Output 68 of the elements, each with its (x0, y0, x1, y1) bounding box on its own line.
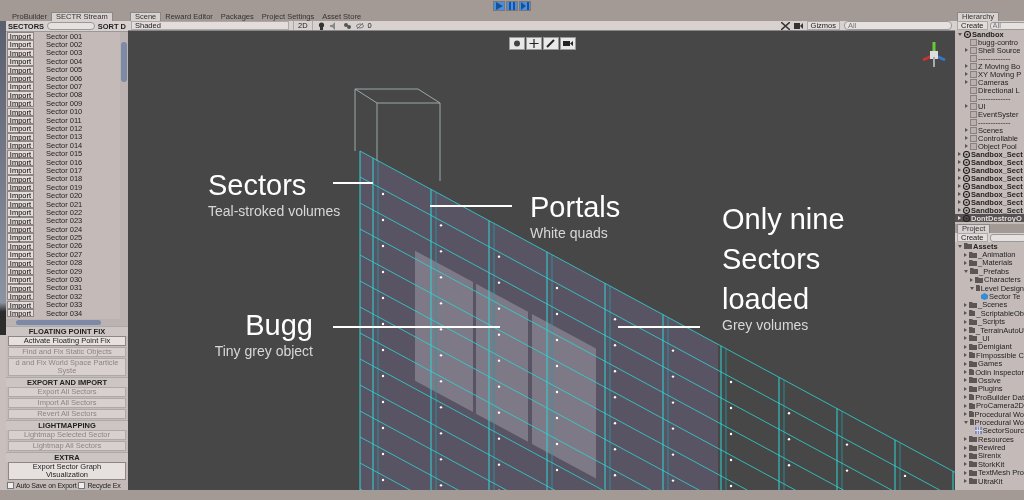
expand-arrow-icon[interactable] (964, 370, 967, 375)
expand-arrow-icon[interactable] (964, 344, 967, 349)
expand-arrow-icon[interactable] (964, 336, 967, 341)
expand-arrow-icon[interactable] (964, 386, 967, 391)
expand-arrow-icon[interactable] (958, 152, 961, 156)
expand-arrow-icon[interactable] (958, 184, 961, 188)
hidden-eye-icon[interactable] (355, 21, 364, 30)
annotation-title: Only nine Sectors loaded (722, 202, 846, 317)
pause-icon (508, 2, 516, 10)
play-icon (495, 2, 503, 10)
expand-arrow-icon[interactable] (964, 302, 967, 307)
step-button[interactable] (519, 1, 531, 11)
expand-arrow-icon[interactable] (964, 361, 967, 366)
tools-icon[interactable] (780, 21, 790, 30)
camera-view-icon[interactable] (509, 37, 525, 50)
expand-arrow-icon[interactable] (964, 412, 967, 416)
checkbox[interactable] (78, 482, 86, 489)
expand-arrow-icon[interactable] (970, 277, 973, 282)
annotation-caption: Grey volumes (722, 317, 809, 333)
horizontal-scrollbar[interactable] (6, 319, 128, 326)
video-icon[interactable] (560, 37, 576, 50)
expand-arrow-icon[interactable] (964, 395, 967, 400)
move-icon[interactable] (526, 37, 542, 50)
expand-arrow-icon[interactable] (958, 32, 962, 36)
expand-arrow-icon[interactable] (964, 319, 967, 324)
pause-button[interactable] (506, 1, 518, 11)
expand-arrow-icon[interactable] (958, 200, 961, 204)
annotation-caption: Teal-stroked volumes (208, 203, 341, 219)
annotation-title: Sectors (208, 168, 307, 203)
expand-arrow-icon[interactable] (964, 353, 967, 358)
search-field[interactable] (47, 22, 95, 30)
step-icon (521, 2, 529, 10)
effects-icon[interactable] (342, 21, 352, 30)
cube-icon (981, 293, 988, 301)
annotation-title: Portals (530, 190, 621, 225)
expand-arrow-icon[interactable] (964, 462, 967, 467)
expand-arrow-icon[interactable] (964, 470, 967, 475)
expand-arrow-icon[interactable] (964, 420, 968, 424)
expand-arrow-icon[interactable] (958, 168, 961, 172)
expand-arrow-icon[interactable] (964, 269, 968, 273)
annotation-title: Bugg (245, 308, 313, 343)
brush-icon[interactable] (543, 37, 559, 50)
expand-arrow-icon[interactable] (958, 192, 961, 196)
expand-arrow-icon[interactable] (964, 453, 967, 458)
annotation-caption: Tiny grey object (214, 343, 313, 359)
grid-icon (974, 427, 982, 435)
expand-arrow-icon[interactable] (964, 252, 967, 257)
camera-icon[interactable] (793, 21, 803, 30)
expand-arrow-icon[interactable] (964, 378, 967, 383)
expand-arrow-icon[interactable] (964, 479, 967, 484)
expand-arrow-icon[interactable] (964, 445, 967, 450)
expand-arrow-icon[interactable] (964, 437, 967, 442)
leader-line (332, 182, 374, 184)
expand-arrow-icon[interactable] (970, 286, 974, 290)
annotation-caption: White quads (530, 225, 608, 241)
expand-arrow-icon[interactable] (964, 403, 967, 408)
lightbulb-icon[interactable] (316, 21, 326, 30)
expand-arrow-icon[interactable] (964, 311, 967, 316)
expand-arrow-icon[interactable] (964, 260, 967, 265)
scene-viewport[interactable]: Sectors Teal-stroked volumes Portals White quads Bugg Tiny grey object Only nine Sectors loaded Grey volumes (128, 31, 955, 490)
expand-arrow-icon[interactable] (964, 328, 967, 333)
scrollbar[interactable] (120, 32, 128, 319)
checkbox[interactable] (7, 482, 14, 489)
expand-arrow-icon[interactable] (958, 176, 961, 180)
expand-arrow-icon[interactable] (958, 160, 961, 164)
search-field[interactable] (989, 233, 1024, 242)
expand-arrow-icon[interactable] (958, 244, 962, 248)
play-button[interactable] (493, 1, 505, 11)
